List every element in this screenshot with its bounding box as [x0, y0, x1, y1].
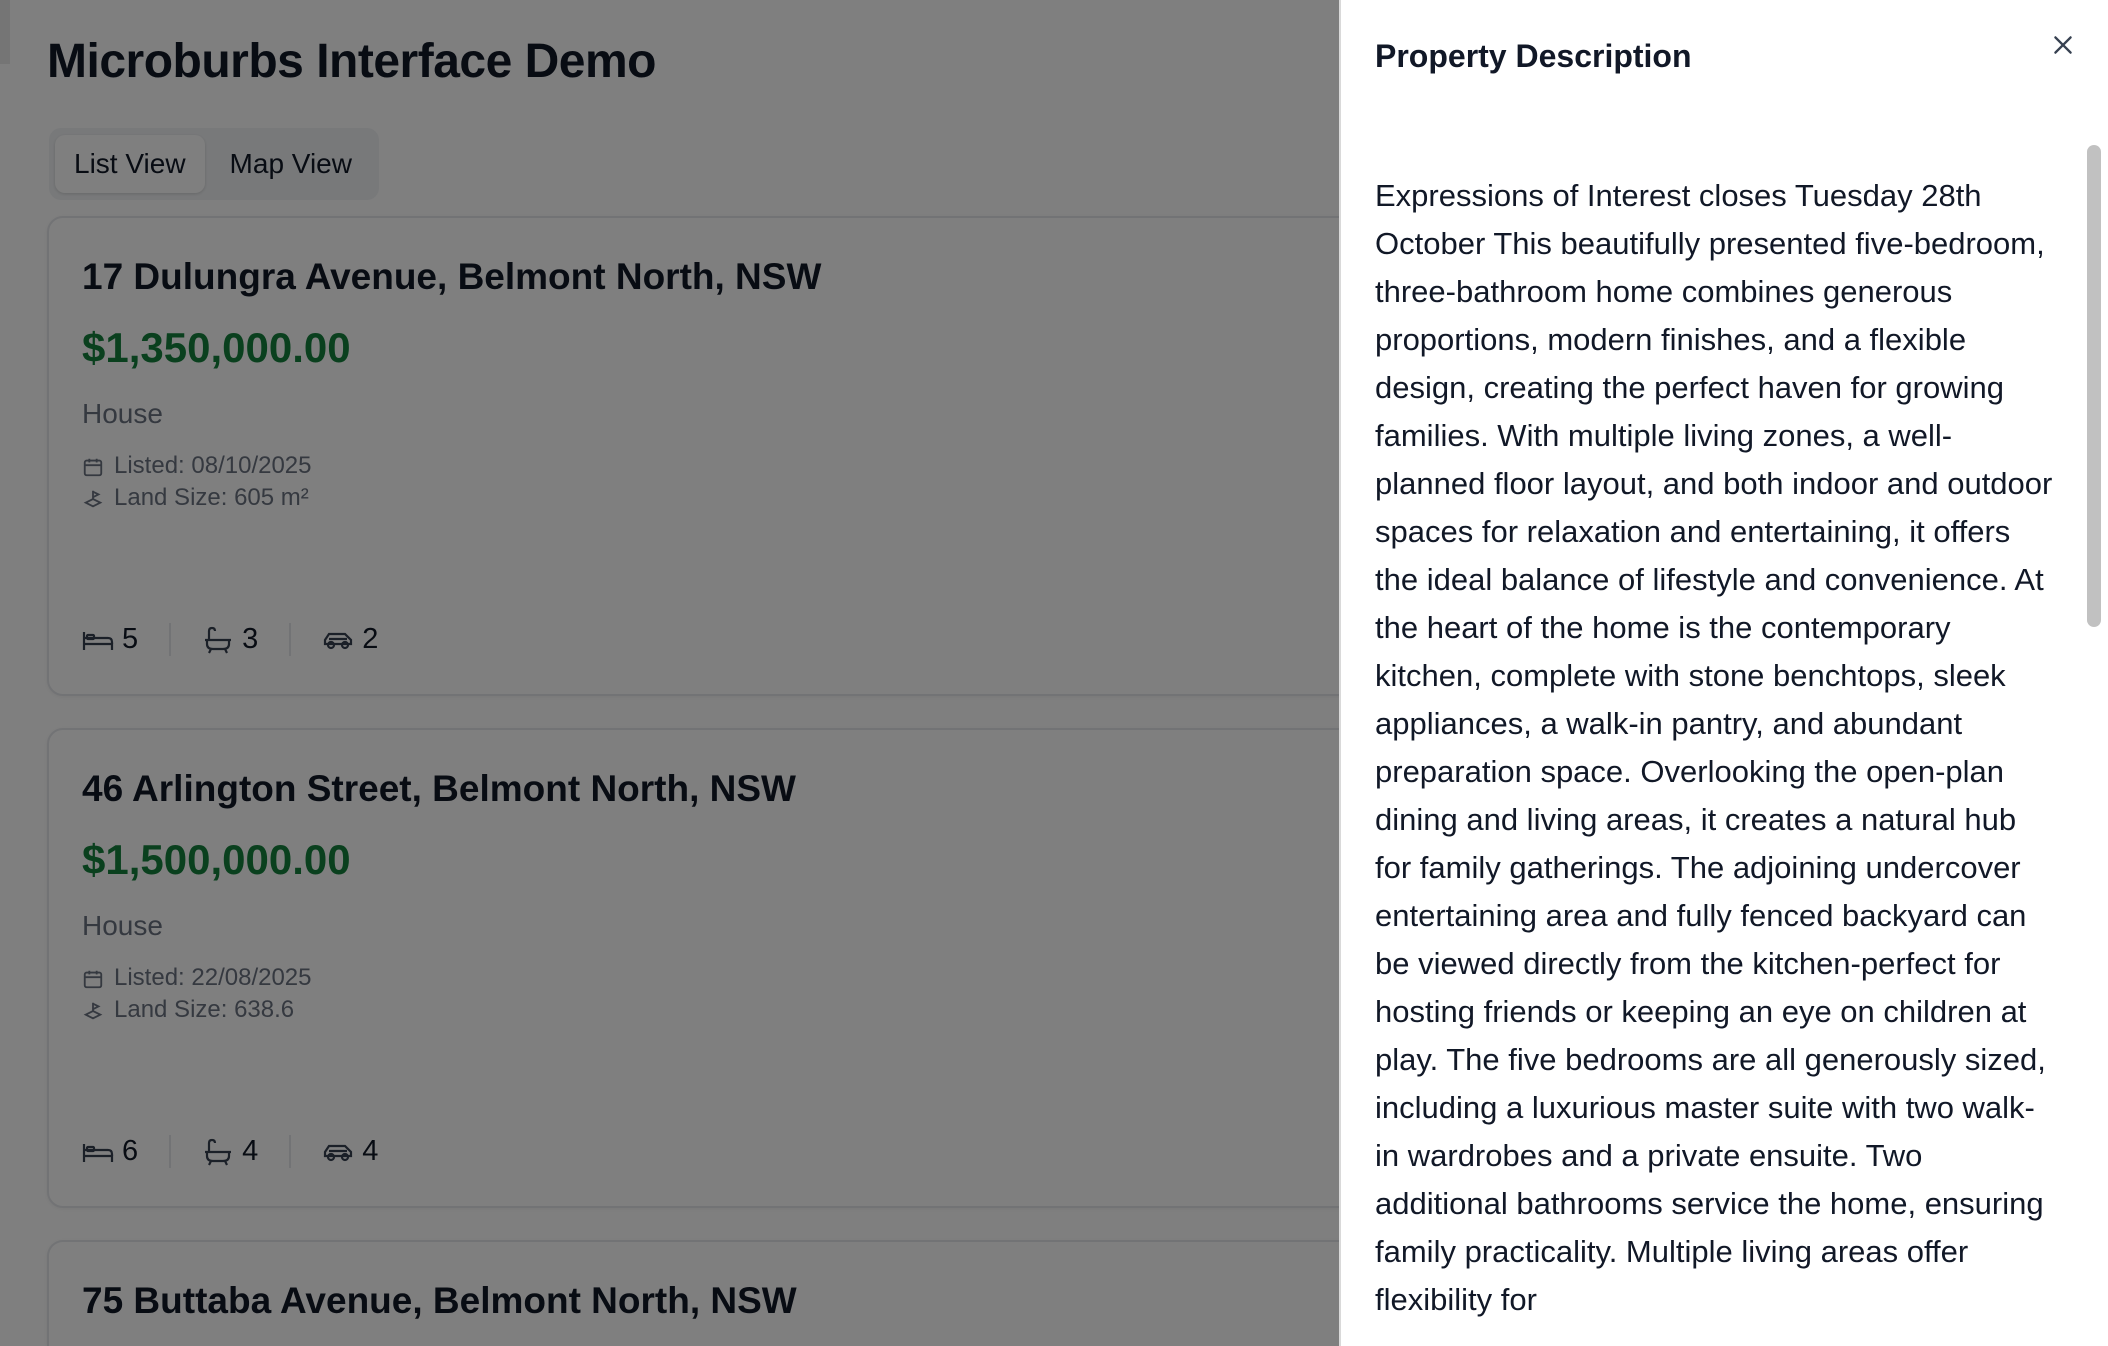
scrollbar-thumb[interactable] [2087, 145, 2101, 627]
close-button[interactable] [2046, 30, 2080, 64]
close-icon [2050, 32, 2076, 63]
description-drawer: Property Description Expressions of Inte… [1339, 0, 2108, 1346]
backdrop-edge [0, 0, 10, 64]
property-description: Expressions of Interest closes Tuesday 2… [1375, 178, 2053, 1317]
drawer-title: Property Description [1375, 38, 1692, 74]
scrollbar[interactable] [2083, 145, 2103, 1346]
